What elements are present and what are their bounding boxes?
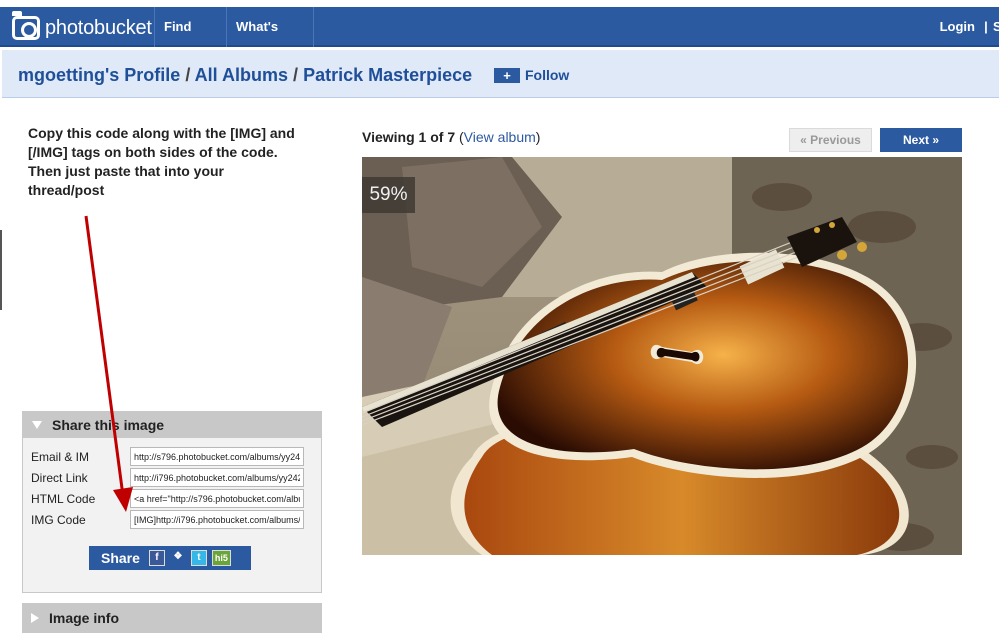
caret-right-icon — [31, 613, 39, 623]
guitar-photo-illustration — [362, 157, 962, 555]
breadcrumb-album-link[interactable]: Patrick Masterpiece — [303, 65, 472, 85]
follow-button[interactable]: + Follow — [494, 67, 569, 83]
viewing-count-text: Viewing 1 of 7 — [362, 129, 459, 145]
view-album-link[interactable]: View album — [464, 129, 536, 145]
share-row-html: HTML Code — [31, 488, 304, 509]
nav-whats-new[interactable]: What's New — [226, 7, 314, 74]
instruction-note: Copy this code along with the [IMG] and … — [28, 125, 295, 198]
top-header: photobucket Find Stuff What's New Login … — [0, 0, 999, 74]
image-info-panel[interactable]: Image info — [22, 603, 322, 633]
img-code-field[interactable] — [130, 510, 304, 529]
nav-separator: | — [984, 19, 988, 34]
logo-text: photobucket — [45, 16, 152, 39]
breadcrumb-separator: / — [293, 65, 299, 85]
facebook-icon[interactable]: f — [148, 550, 165, 566]
html-code-label: HTML Code — [31, 491, 96, 506]
camera-icon — [12, 11, 40, 40]
left-edge-divider — [0, 230, 2, 310]
breadcrumb-separator: / — [185, 65, 191, 85]
breadcrumb-profile-link[interactable]: mgoetting's Profile — [18, 65, 180, 85]
breadcrumb: mgoetting's Profile / All Albums / Patri… — [18, 65, 472, 86]
share-button[interactable]: Share f ❖ t hi5 — [89, 546, 251, 570]
next-button[interactable]: Next » — [880, 128, 962, 152]
share-panel-header[interactable]: Share this image — [23, 412, 321, 438]
share-row-email: Email & IM — [31, 446, 304, 467]
img-code-label: IMG Code — [31, 512, 86, 527]
image-info-title: Image info — [49, 610, 120, 626]
top-nav-bar: photobucket Find Stuff What's New Login … — [0, 7, 999, 74]
share-row-img: IMG Code — [31, 509, 304, 530]
email-im-field[interactable] — [130, 447, 304, 466]
nav-find-stuff[interactable]: Find Stuff — [154, 7, 226, 74]
share-code-list: Email & IM Direct Link HTML Code IMG Cod… — [31, 446, 304, 530]
share-panel-title: Share this image — [52, 417, 165, 433]
windows-live-icon[interactable]: ❖ — [169, 550, 186, 566]
paren-close: ) — [535, 129, 541, 145]
share-panel: Share this image Email & IM Direct Link … — [22, 411, 322, 593]
previous-button[interactable]: « Previous — [789, 128, 872, 152]
breadcrumb-all-albums-link[interactable]: All Albums — [195, 65, 288, 85]
email-im-label: Email & IM — [31, 449, 90, 464]
html-code-field[interactable] — [130, 489, 304, 508]
nav-login[interactable]: Login — [940, 7, 975, 47]
nav-truncated-link[interactable]: S — [993, 7, 999, 47]
share-button-label: Share — [101, 550, 140, 566]
zoom-level-badge: 59% — [362, 177, 415, 213]
viewing-counter: Viewing 1 of 7 (View album) — [362, 129, 540, 145]
hi5-icon[interactable]: hi5 — [211, 550, 231, 566]
follow-label: Follow — [525, 67, 570, 83]
twitter-icon[interactable]: t — [190, 550, 207, 566]
direct-link-field[interactable] — [130, 468, 304, 487]
photobucket-logo[interactable]: photobucket — [12, 11, 152, 42]
caret-down-icon — [32, 421, 42, 429]
main-photo[interactable]: 59% — [362, 157, 962, 555]
plus-icon: + — [494, 67, 520, 83]
direct-link-label: Direct Link — [31, 470, 88, 485]
profile-header: mgoetting's Profile / All Albums / Patri… — [2, 50, 999, 98]
share-row-direct: Direct Link — [31, 467, 304, 488]
